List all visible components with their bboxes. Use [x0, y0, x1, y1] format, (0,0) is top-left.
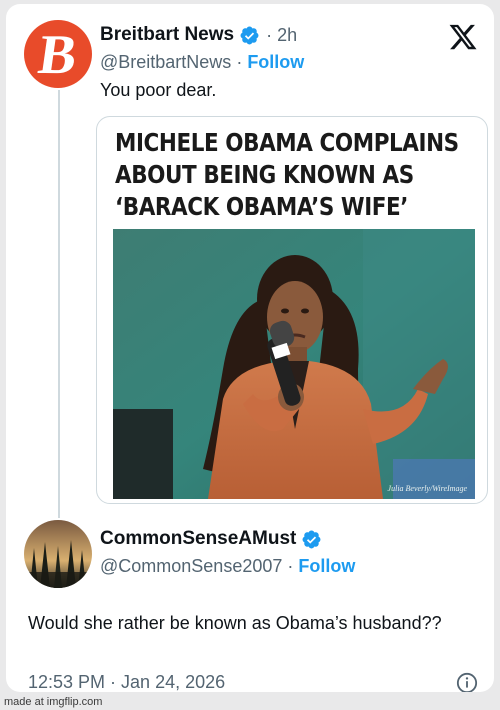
media-photo[interactable]: Julia Beverly/WireImage	[113, 229, 475, 499]
handle-separator: ·	[287, 556, 294, 576]
thread-connector-line	[58, 90, 60, 518]
headline-line: ‘BARACK OBAMA’S WIFE’	[115, 192, 409, 221]
commonsense-avatar[interactable]	[24, 520, 92, 588]
reply-handle-row: @CommonSense2007 · Follow	[100, 556, 355, 577]
verified-badge-icon	[240, 26, 259, 44]
reply-text: Would she rather be known as Obama’s hus…	[28, 613, 442, 633]
embedded-media[interactable]: MICHELE OBAMA COMPLAINS ABOUT BEING KNOW…	[96, 116, 488, 504]
verified-badge-icon	[302, 530, 321, 548]
forest-avatar-illustration	[24, 520, 92, 588]
follow-button[interactable]: Follow	[298, 556, 355, 577]
reply-author-row: CommonSenseAMust	[100, 528, 322, 550]
info-icon[interactable]	[456, 672, 478, 692]
x-logo-icon[interactable]	[448, 22, 478, 52]
reply-handle[interactable]: @CommonSense2007	[100, 556, 282, 577]
post-author-row: Breitbart News · 2h	[100, 24, 297, 46]
breitbart-avatar[interactable]: B	[24, 20, 92, 88]
follow-button[interactable]: Follow	[247, 52, 304, 73]
reply-timestamp[interactable]: 12:53 PM · Jan 24, 2026	[28, 672, 225, 692]
handle-separator: ·	[236, 52, 243, 72]
photo-credit: Julia Beverly/WireImage	[387, 484, 467, 493]
post-handle[interactable]: @BreitbartNews	[100, 52, 231, 73]
photo-illustration	[113, 229, 475, 499]
headline-line: MICHELE OBAMA COMPLAINS	[115, 128, 459, 157]
post-time[interactable]: · 2h	[266, 25, 297, 46]
reply-author-name[interactable]: CommonSenseAMust	[100, 528, 296, 550]
headline-line: ABOUT BEING KNOWN AS	[115, 160, 414, 189]
media-headline: MICHELE OBAMA COMPLAINS ABOUT BEING KNOW…	[115, 127, 459, 223]
post-author-name[interactable]: Breitbart News	[100, 24, 234, 46]
tweet-card: B Breitbart News · 2h @BreitbartNews · F…	[6, 4, 494, 692]
imgflip-watermark: made at imgflip.com	[4, 696, 103, 708]
post-text: You poor dear.	[100, 80, 217, 100]
avatar-letter: B	[34, 24, 82, 86]
post-handle-row: @BreitbartNews · Follow	[100, 52, 304, 73]
